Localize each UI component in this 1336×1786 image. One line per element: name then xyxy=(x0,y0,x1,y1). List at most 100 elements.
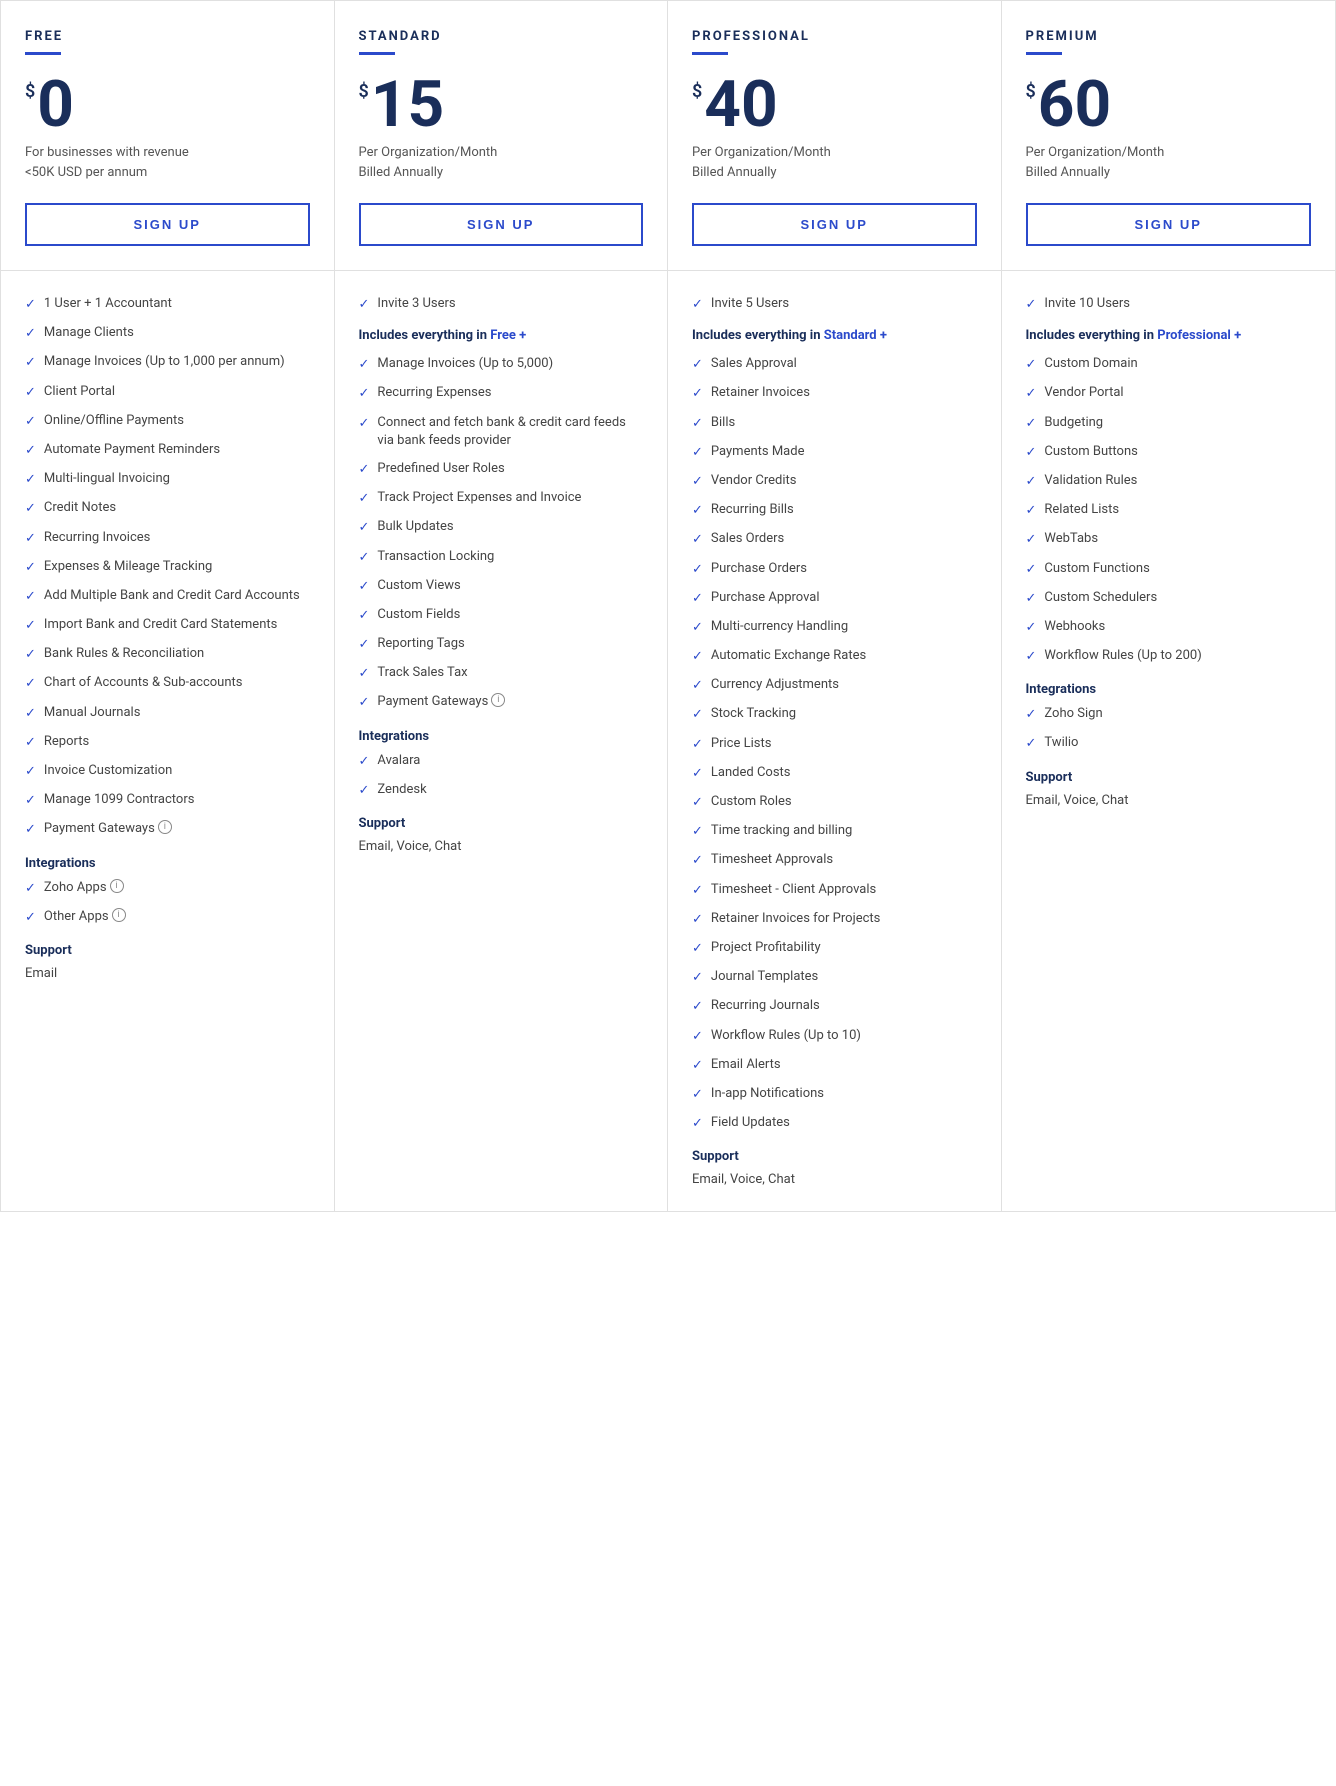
feature-item: ✓Related Lists xyxy=(1026,501,1312,520)
feature-item: ✓ Validation Rules xyxy=(1026,472,1312,491)
check-icon: ✓ xyxy=(692,765,703,783)
feature-item: ✓Custom Schedulers xyxy=(1026,589,1312,608)
feature-text: Connect and fetch bank & credit card fee… xyxy=(377,414,643,450)
feature-text: Custom Roles xyxy=(711,793,792,811)
feature-item: ✓ Transaction Locking xyxy=(359,548,644,567)
feature-text: Workflow Rules (Up to 10) xyxy=(711,1027,861,1045)
includes-link-premium: Professional + xyxy=(1157,328,1241,343)
check-icon: ✓ xyxy=(25,296,36,314)
support-text-free: Email xyxy=(25,966,310,981)
plan-billing-standard: Per Organization/MonthBilled Annually xyxy=(359,143,644,183)
check-icon: ✓ xyxy=(692,561,703,579)
pricing-table: FREE$0For businesses with revenue<50K US… xyxy=(0,0,1336,1212)
feature-text: Multi-lingual Invoicing xyxy=(44,470,170,488)
feature-item: ✓Landed Costs xyxy=(692,764,977,783)
check-icon: ✓ xyxy=(359,549,370,567)
includes-block-premium: Includes everything in Professional + xyxy=(1026,324,1312,343)
feature-text: Invite 5 Users xyxy=(711,295,789,313)
plan-currency-free: $ xyxy=(25,81,35,102)
feature-text: Manage 1099 Contractors xyxy=(44,791,195,809)
feature-text: Manage Clients xyxy=(44,324,134,342)
check-icon: ✓ xyxy=(692,1115,703,1133)
support-heading-premium: Support xyxy=(1026,770,1312,785)
signup-button-premium[interactable]: SIGN UP xyxy=(1026,203,1312,246)
plan-billing-free: For businesses with revenue<50K USD per … xyxy=(25,143,310,183)
check-icon: ✓ xyxy=(25,588,36,606)
feature-text: Budgeting xyxy=(1044,414,1103,432)
check-icon: ✓ xyxy=(359,607,370,625)
feature-item: ✓Currency Adjustments xyxy=(692,676,977,695)
info-icon[interactable]: i xyxy=(491,693,505,707)
feature-item: ✓Project Profitability xyxy=(692,939,977,958)
feature-item: ✓Sales Approval xyxy=(692,355,977,374)
feature-text: Validation Rules xyxy=(1044,472,1137,490)
check-icon: ✓ xyxy=(692,1086,703,1104)
feature-text: Timesheet - Client Approvals xyxy=(711,881,876,899)
signup-button-professional[interactable]: SIGN UP xyxy=(692,203,977,246)
feature-text: Track Project Expenses and Invoice xyxy=(377,489,581,507)
feature-text: Webhooks xyxy=(1044,618,1105,636)
feature-item: ✓Custom Domain xyxy=(1026,355,1312,374)
check-icon: ✓ xyxy=(1026,590,1037,608)
info-icon[interactable]: i xyxy=(158,820,172,834)
feature-text: Invoice Customization xyxy=(44,762,172,780)
check-icon: ✓ xyxy=(692,590,703,608)
feature-text: Other Apps xyxy=(44,908,109,926)
feature-item: ✓ Other Appsi xyxy=(25,908,310,927)
feature-item: ✓Online/Offline Payments xyxy=(25,412,310,431)
check-icon: ✓ xyxy=(1026,648,1037,666)
feature-text: Reports xyxy=(44,733,89,751)
signup-button-standard[interactable]: SIGN UP xyxy=(359,203,644,246)
feature-text: Time tracking and billing xyxy=(711,822,852,840)
feature-item: ✓ In-app Notifications xyxy=(692,1085,977,1104)
feature-item: ✓Manage Invoices (Up to 1,000 per annum) xyxy=(25,353,310,372)
feature-text: Workflow Rules (Up to 200) xyxy=(1044,647,1201,665)
feature-item: ✓Workflow Rules (Up to 10) xyxy=(692,1027,977,1046)
feature-item: ✓Manage 1099 Contractors xyxy=(25,791,310,810)
check-icon: ✓ xyxy=(25,617,36,635)
check-icon: ✓ xyxy=(25,763,36,781)
feature-text: Custom Domain xyxy=(1044,355,1137,373)
feature-text: Recurring Expenses xyxy=(377,384,491,402)
feature-text: Retainer Invoices for Projects xyxy=(711,910,880,928)
feature-item: ✓Recurring Journals xyxy=(692,997,977,1016)
feature-text: In-app Notifications xyxy=(711,1085,824,1103)
check-icon: ✓ xyxy=(1026,415,1037,433)
check-icon: ✓ xyxy=(1026,473,1037,491)
feature-text: Manage Invoices (Up to 1,000 per annum) xyxy=(44,353,285,371)
feature-item: ✓Zendesk xyxy=(359,781,644,800)
check-icon: ✓ xyxy=(25,909,36,927)
feature-text: Purchase Approval xyxy=(711,589,820,607)
check-icon: ✓ xyxy=(692,648,703,666)
info-icon[interactable]: i xyxy=(112,908,126,922)
feature-item: ✓Payments Made xyxy=(692,443,977,462)
feature-text: Chart of Accounts & Sub-accounts xyxy=(44,674,243,692)
check-icon: ✓ xyxy=(692,502,703,520)
check-icon: ✓ xyxy=(359,519,370,537)
feature-item: ✓Add Multiple Bank and Credit Card Accou… xyxy=(25,587,310,606)
plan-header-premium: PREMIUM$60Per Organization/MonthBilled A… xyxy=(1002,1,1336,271)
check-icon: ✓ xyxy=(692,736,703,754)
plan-underline-premium xyxy=(1026,52,1062,55)
plan-col-professional: PROFESSIONAL$40Per Organization/MonthBil… xyxy=(668,1,1002,1211)
check-icon: ✓ xyxy=(359,490,370,508)
includes-link-professional: Standard + xyxy=(824,328,887,343)
feature-text: Transaction Locking xyxy=(377,548,494,566)
feature-text: Manage Invoices (Up to 5,000) xyxy=(377,355,553,373)
feature-item: ✓Connect and fetch bank & credit card fe… xyxy=(359,414,644,450)
feature-text: Sales Approval xyxy=(711,355,797,373)
feature-text: Stock Tracking xyxy=(711,705,796,723)
feature-text: Currency Adjustments xyxy=(711,676,839,694)
plan-amount-standard: 15 xyxy=(371,73,444,137)
feature-item: ✓Automatic Exchange Rates xyxy=(692,647,977,666)
feature-text: Zoho Sign xyxy=(1044,705,1102,723)
signup-button-free[interactable]: SIGN UP xyxy=(25,203,310,246)
plan-name-standard: STANDARD xyxy=(359,29,644,44)
check-icon: ✓ xyxy=(25,500,36,518)
includes-label-standard: Includes everything in xyxy=(359,328,491,343)
feature-text: Retainer Invoices xyxy=(711,384,810,402)
check-icon: ✓ xyxy=(692,852,703,870)
feature-text: Invite 3 Users xyxy=(377,295,455,313)
info-icon[interactable]: i xyxy=(110,879,124,893)
feature-text: WebTabs xyxy=(1044,530,1098,548)
